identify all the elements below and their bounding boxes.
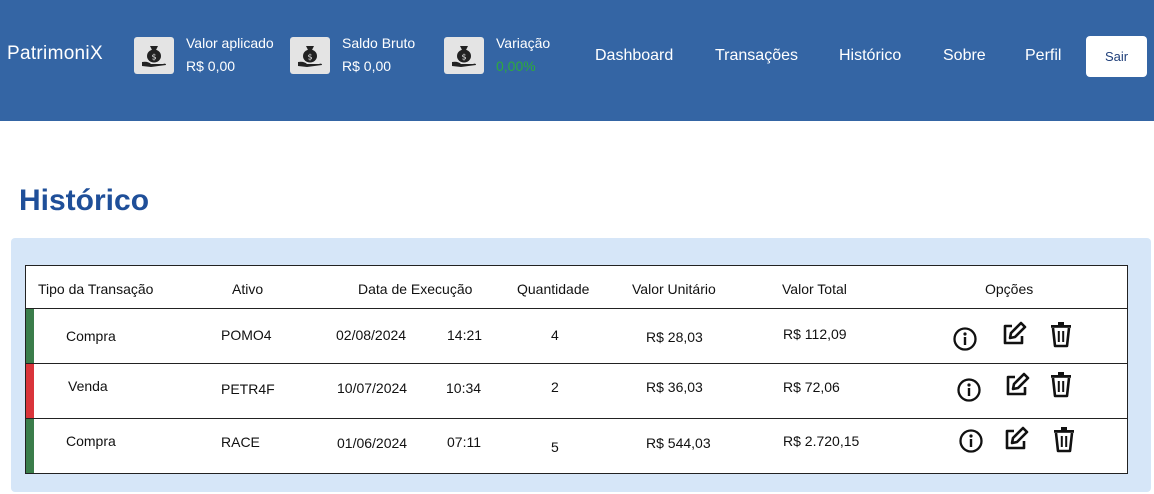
cell-time: 07:11 xyxy=(447,434,481,450)
cell-type: Venda xyxy=(68,378,108,394)
nav-perfil[interactable]: Perfil xyxy=(1025,47,1061,65)
svg-text:$: $ xyxy=(461,53,466,62)
nav-transacoes[interactable]: Transações xyxy=(715,47,798,65)
top-navbar: PatrimoniX $ Valor aplicado R$ 0,00 $ Sa… xyxy=(0,0,1154,121)
buy-indicator-stripe xyxy=(26,309,34,363)
cell-type: Compra xyxy=(66,328,116,344)
nav-historico[interactable]: Histórico xyxy=(839,47,901,65)
cell-date: 01/06/2024 xyxy=(337,435,408,451)
cell-time: 10:34 xyxy=(446,380,482,396)
cell-quantity: 4 xyxy=(551,327,559,343)
svg-text:$: $ xyxy=(307,53,312,62)
stat-value: R$ 0,00 xyxy=(186,58,236,74)
money-bag-hand-icon: $ xyxy=(290,37,330,74)
column-header: Data de Execução xyxy=(358,281,473,297)
table-row[interactable]: Venda PETR4F 10/07/2024 10:34 2 R$ 36,03… xyxy=(26,364,1127,418)
trash-icon[interactable] xyxy=(1051,425,1077,453)
column-header: Tipo da Transação xyxy=(38,281,154,297)
cell-time: 14:21 xyxy=(447,327,483,343)
cell-quantity: 5 xyxy=(551,439,559,455)
cell-unit-value: R$ 36,03 xyxy=(646,379,703,395)
cell-unit-value: R$ 544,03 xyxy=(646,435,711,451)
page-title: Histórico xyxy=(19,184,150,217)
column-header: Opções xyxy=(985,281,1034,297)
nav-dashboard[interactable]: Dashboard xyxy=(595,47,673,65)
table-row[interactable]: Compra POMO4 02/08/2024 14:21 4 R$ 28,03… xyxy=(26,309,1127,363)
stat-label: Variação xyxy=(496,35,551,51)
cell-unit-value: R$ 28,03 xyxy=(646,329,703,345)
edit-icon[interactable] xyxy=(1003,425,1029,453)
stat-label: Saldo Bruto xyxy=(342,35,416,51)
sell-indicator-stripe xyxy=(26,364,34,418)
cell-total: R$ 2.720,15 xyxy=(783,433,860,449)
column-header: Quantidade xyxy=(517,281,590,297)
nav-sobre[interactable]: Sobre xyxy=(943,47,986,65)
edit-icon[interactable] xyxy=(1001,320,1027,348)
stat-value: R$ 0,00 xyxy=(342,58,392,74)
trash-icon[interactable] xyxy=(1048,370,1074,398)
stat-label: Valor aplicado xyxy=(186,35,274,51)
trash-icon[interactable] xyxy=(1048,320,1074,348)
info-icon[interactable] xyxy=(952,325,978,353)
svg-text:$: $ xyxy=(151,53,156,62)
cell-type: Compra xyxy=(66,433,116,449)
column-header: Valor Unitário xyxy=(632,281,716,297)
brand-logo-text[interactable]: PatrimoniX xyxy=(7,43,103,65)
cell-asset: POMO4 xyxy=(221,327,272,343)
cell-total: R$ 72,06 xyxy=(783,379,840,395)
cell-date: 02/08/2024 xyxy=(336,327,407,343)
history-table: Tipo da Transação Ativo Data de Execução… xyxy=(25,265,1128,474)
info-icon[interactable] xyxy=(958,427,984,455)
cell-asset: PETR4F xyxy=(221,381,275,397)
cell-asset: RACE xyxy=(221,434,260,450)
logout-button[interactable]: Sair xyxy=(1086,36,1147,77)
info-icon[interactable] xyxy=(956,376,982,404)
column-header: Valor Total xyxy=(782,281,847,297)
stat-value: 0,00% xyxy=(496,58,536,74)
cell-date: 10/07/2024 xyxy=(337,380,408,396)
money-bag-hand-icon: $ xyxy=(134,37,174,74)
cell-quantity: 2 xyxy=(551,379,559,395)
table-row[interactable]: Compra RACE 01/06/2024 07:11 5 R$ 544,03… xyxy=(26,419,1127,473)
edit-icon[interactable] xyxy=(1004,371,1030,399)
buy-indicator-stripe xyxy=(26,419,34,473)
money-bag-hand-icon: $ xyxy=(444,37,484,74)
column-header: Ativo xyxy=(232,281,264,297)
cell-total: R$ 112,09 xyxy=(783,326,847,342)
